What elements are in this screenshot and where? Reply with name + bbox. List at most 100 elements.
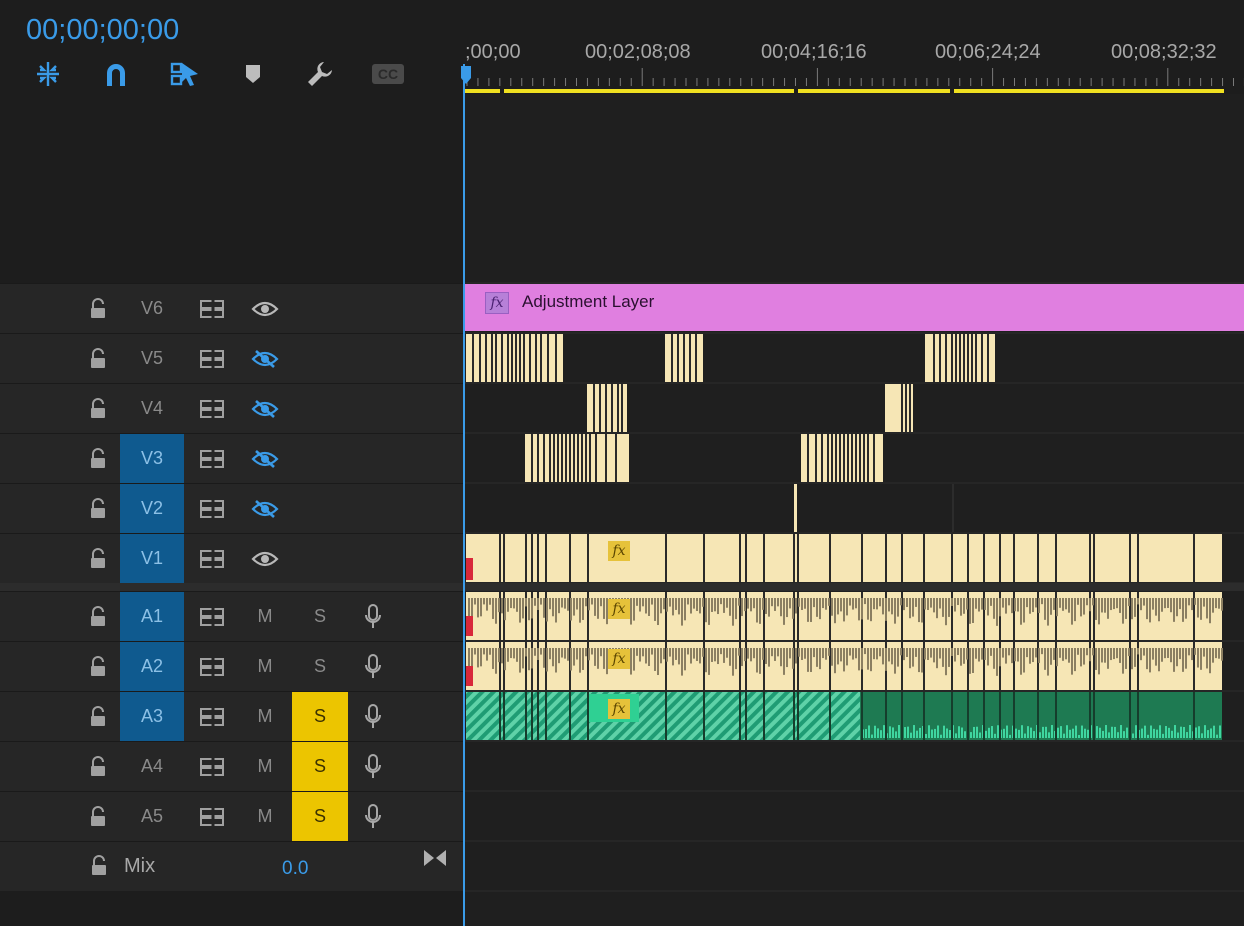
track-target-a4[interactable]: A4 — [120, 742, 184, 791]
ruler-label: 00;08;32;32 — [1111, 41, 1217, 63]
video-track-header-v6: V6 — [0, 283, 463, 333]
eye-icon[interactable] — [240, 284, 290, 333]
sync-lock-icon[interactable] — [184, 692, 240, 741]
solo-button[interactable]: S — [292, 642, 348, 691]
lock-icon[interactable] — [76, 284, 120, 333]
v1-marker[interactable] — [466, 558, 473, 580]
sync-lock-icon[interactable] — [184, 334, 240, 383]
track-target-v1[interactable]: V1 — [120, 534, 184, 583]
track-target-v4[interactable]: V4 — [120, 384, 184, 433]
nest-sequence-icon[interactable] — [30, 58, 66, 90]
audio-track-header-a5: A5 M S — [0, 791, 463, 841]
audio-track-header-a3: A3 M S — [0, 691, 463, 741]
track-target-a3[interactable]: A3 — [120, 692, 184, 741]
mute-button[interactable]: M — [240, 792, 290, 841]
mix-pan-icon[interactable] — [423, 848, 447, 872]
eye-hidden-icon[interactable] — [240, 384, 290, 433]
sync-lock-icon[interactable] — [184, 792, 240, 841]
track-target-v2[interactable]: V2 — [120, 484, 184, 533]
mix-label: Mix — [124, 855, 156, 877]
playhead-handle[interactable] — [459, 64, 473, 86]
video-track-header-v3: V3 — [0, 433, 463, 483]
playhead-timecode[interactable]: 00;00;00;00 — [26, 14, 179, 47]
mic-icon[interactable] — [348, 742, 398, 791]
solo-button[interactable]: S — [292, 592, 348, 641]
playhead-line[interactable] — [463, 64, 465, 926]
lock-icon[interactable] — [76, 592, 120, 641]
sync-lock-icon[interactable] — [184, 284, 240, 333]
sync-lock-icon[interactable] — [184, 534, 240, 583]
track-target-a1[interactable]: A1 — [120, 592, 184, 641]
fx-badge: fx — [608, 599, 630, 619]
mic-icon[interactable] — [348, 592, 398, 641]
eye-hidden-icon[interactable] — [240, 434, 290, 483]
mute-button[interactable]: M — [240, 692, 290, 741]
mic-icon[interactable] — [348, 642, 398, 691]
sync-lock-icon[interactable] — [184, 742, 240, 791]
lock-icon[interactable] — [76, 534, 120, 583]
track-target-v3[interactable]: V3 — [120, 434, 184, 483]
work-area-bar[interactable] — [465, 89, 1244, 95]
mix-track-header: Mix 0.0 — [0, 841, 463, 891]
fx-badge: fx — [608, 699, 630, 719]
eye-icon[interactable] — [240, 534, 290, 583]
eye-hidden-icon[interactable] — [240, 484, 290, 533]
lock-icon[interactable] — [76, 792, 120, 841]
mute-button[interactable]: M — [240, 642, 290, 691]
lock-icon[interactable] — [76, 484, 120, 533]
lock-icon[interactable] — [76, 334, 120, 383]
v4-clip-group[interactable] — [885, 384, 913, 432]
ruler-label: 00;04;16;16 — [761, 41, 867, 63]
mic-icon[interactable] — [348, 692, 398, 741]
solo-button[interactable]: S — [292, 792, 348, 841]
v1-clip-group[interactable] — [466, 534, 1222, 582]
audio-marker[interactable] — [466, 666, 473, 686]
sync-lock-icon[interactable] — [184, 642, 240, 691]
svg-text:CC: CC — [378, 66, 398, 82]
track-headers-empty-area — [0, 94, 463, 282]
add-marker-icon[interactable] — [235, 58, 271, 90]
captions-icon[interactable]: CC — [370, 58, 406, 90]
ruler-label: ;00;00 — [465, 41, 521, 63]
solo-button[interactable]: S — [292, 692, 348, 741]
audio-marker[interactable] — [466, 616, 473, 636]
lock-icon[interactable] — [76, 434, 120, 483]
v3-clip-group[interactable] — [801, 434, 883, 482]
lock-icon[interactable] — [76, 384, 120, 433]
solo-button[interactable]: S — [292, 742, 348, 791]
sync-lock-icon[interactable] — [184, 592, 240, 641]
timeline-panel: 00;00;00;00 CC ;00;00 00;02;08;08 00;04;… — [0, 0, 1244, 926]
track-target-v6[interactable]: V6 — [120, 284, 184, 333]
lock-icon[interactable] — [76, 692, 120, 741]
track-target-v5[interactable]: V5 — [120, 334, 184, 383]
video-track-header-v5: V5 — [0, 333, 463, 383]
wrench-icon[interactable] — [302, 58, 338, 90]
fx-badge: fx — [608, 541, 630, 561]
sync-lock-icon[interactable] — [184, 484, 240, 533]
v2-clip[interactable] — [794, 484, 797, 532]
audio-track-header-a1: A1 M S — [0, 591, 463, 641]
linked-selection-icon[interactable] — [166, 58, 202, 90]
video-track-header-v4: V4 — [0, 383, 463, 433]
track-target-a5[interactable]: A5 — [120, 792, 184, 841]
track-headers-footer — [0, 891, 463, 926]
sync-lock-icon[interactable] — [184, 384, 240, 433]
mute-button[interactable]: M — [240, 742, 290, 791]
lock-icon[interactable] — [76, 742, 120, 791]
mix-volume-value[interactable]: 0.0 — [282, 858, 308, 880]
video-track-header-v1: V1 — [0, 533, 463, 583]
mute-button[interactable]: M — [240, 592, 290, 641]
ruler-label: 00;02;08;08 — [585, 41, 691, 63]
ruler-label: 00;06;24;24 — [935, 41, 1041, 63]
video-track-header-v2: V2 — [0, 483, 463, 533]
lock-icon[interactable] — [76, 642, 120, 691]
lock-icon[interactable] — [89, 855, 109, 881]
audio-track-header-a2: A2 M S — [0, 641, 463, 691]
snap-magnet-icon[interactable] — [98, 58, 134, 90]
mic-icon[interactable] — [348, 792, 398, 841]
clip-layer — [466, 334, 1223, 740]
track-target-a2[interactable]: A2 — [120, 642, 184, 691]
sync-lock-icon[interactable] — [184, 434, 240, 483]
eye-hidden-icon[interactable] — [240, 334, 290, 383]
fx-badge: fx — [608, 649, 630, 669]
